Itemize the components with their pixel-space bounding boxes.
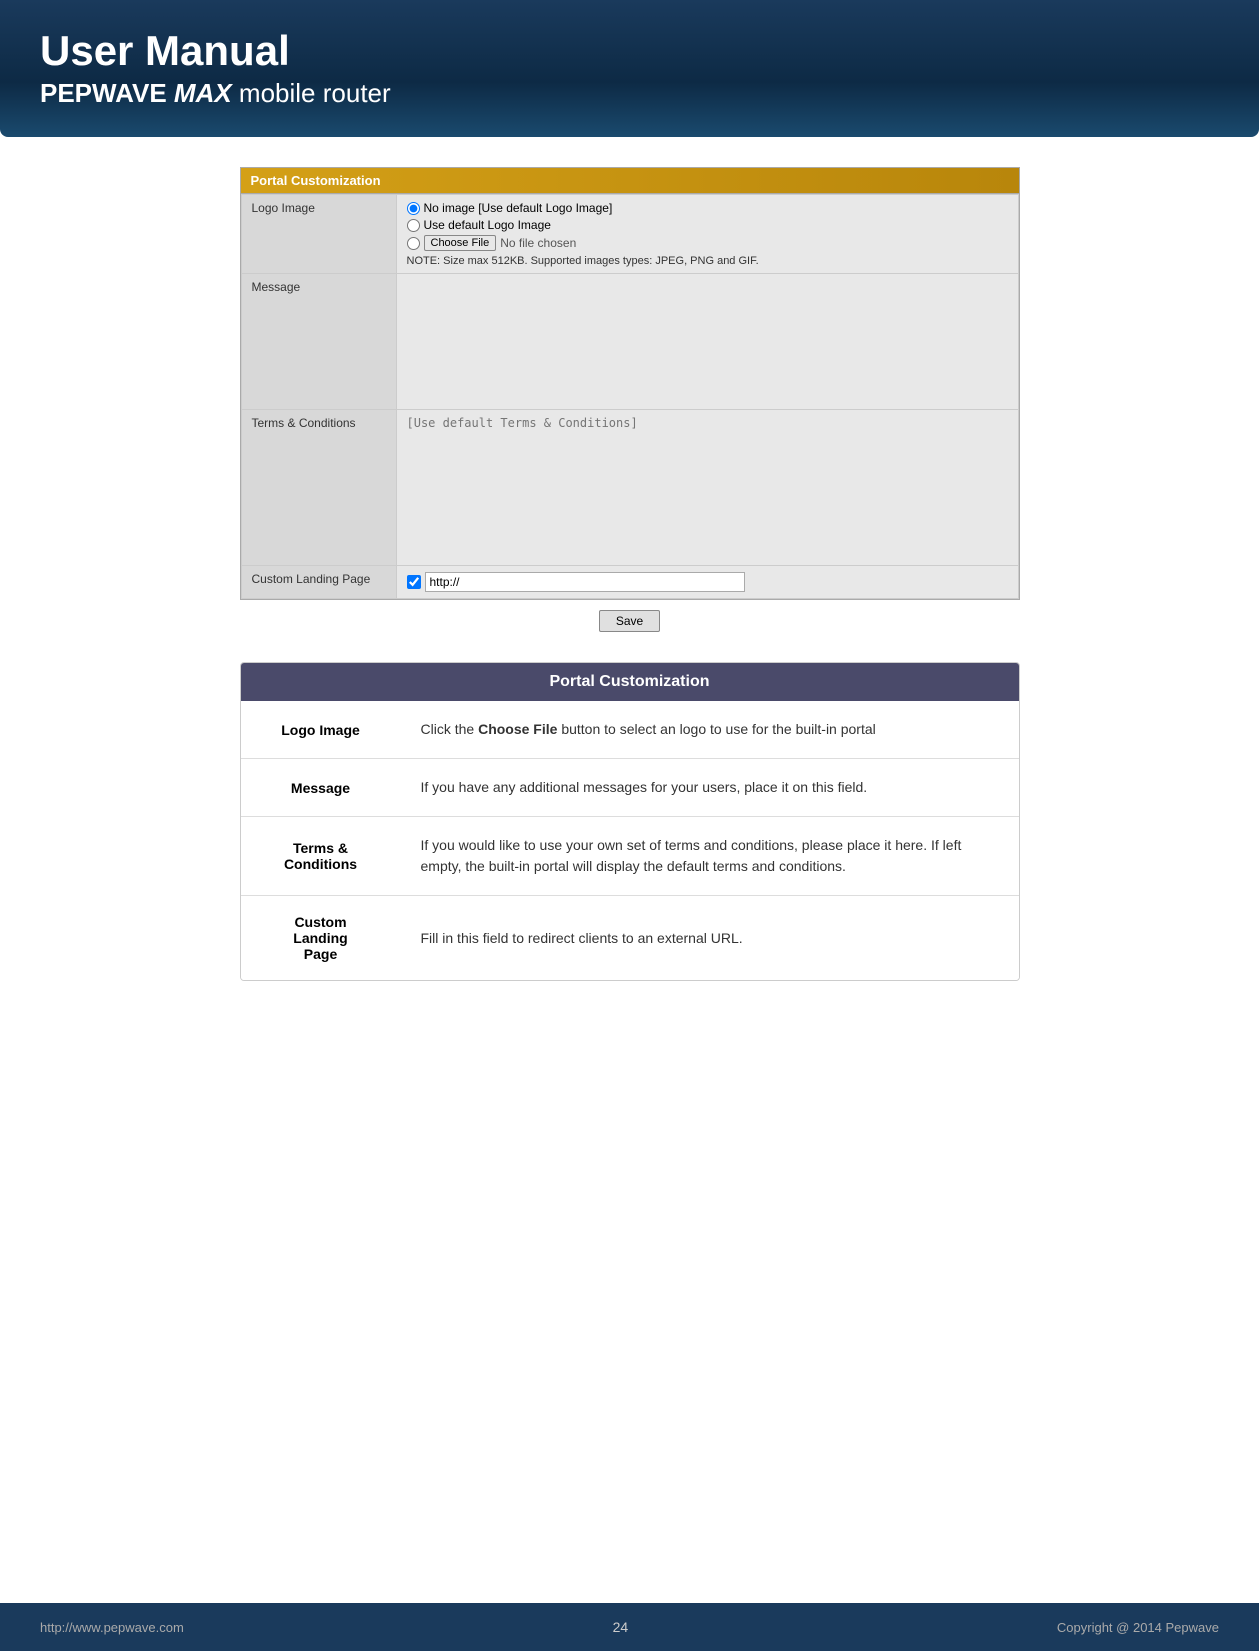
brand-name: PEPWAVE: [40, 78, 167, 108]
footer-page-number: 24: [613, 1619, 629, 1635]
save-button[interactable]: Save: [599, 610, 660, 632]
terms-label: Terms & Conditions: [241, 410, 396, 566]
footer-right: Copyright @ 2014 Pepwave: [1057, 1620, 1219, 1635]
desc-row-terms: Terms &Conditions If you would like to u…: [241, 817, 1019, 896]
no-file-label: No file chosen: [500, 236, 576, 250]
logo-option3-radio[interactable]: [407, 237, 420, 250]
choose-file-button[interactable]: Choose File: [424, 235, 497, 251]
logo-option2-row: Use default Logo Image: [407, 218, 1008, 232]
page-footer: http://www.pepwave.com 24 Copyright @ 20…: [0, 1603, 1259, 1651]
logo-image-label: Logo Image: [241, 195, 396, 274]
portal-form-container: Portal Customization Logo Image No image…: [240, 167, 1020, 600]
landing-page-label: Custom Landing Page: [241, 566, 396, 599]
logo-image-content: No image [Use default Logo Image] Use de…: [396, 195, 1018, 274]
landing-row: [407, 572, 1008, 592]
product-max: MAX: [174, 78, 232, 108]
message-label: Message: [241, 274, 396, 410]
terms-content: [396, 410, 1018, 566]
desc-landing-content: Fill in this field to redirect clients t…: [401, 896, 1019, 981]
desc-table: Logo Image Click the Choose File button …: [241, 701, 1019, 980]
desc-terms-content: If you would like to use your own set of…: [401, 817, 1019, 896]
terms-textarea[interactable]: [407, 416, 1008, 556]
page-subtitle: PEPWAVE MAX mobile router: [40, 78, 1219, 109]
page-title: User Manual: [40, 28, 1219, 74]
desc-row-logo: Logo Image Click the Choose File button …: [241, 701, 1019, 759]
message-content: [396, 274, 1018, 410]
logo-option1-row: No image [Use default Logo Image]: [407, 201, 1008, 215]
page-header: User Manual PEPWAVE MAX mobile router: [0, 0, 1259, 137]
desc-terms-label: Terms &Conditions: [241, 817, 401, 896]
footer-left: http://www.pepwave.com: [40, 1620, 184, 1635]
desc-landing-label: CustomLandingPage: [241, 896, 401, 981]
landing-url-input[interactable]: [425, 572, 745, 592]
desc-message-label: Message: [241, 759, 401, 817]
landing-page-row: Custom Landing Page: [241, 566, 1018, 599]
logo-option1-radio[interactable]: [407, 202, 420, 215]
message-row: Message: [241, 274, 1018, 410]
desc-logo-content: Click the Choose File button to select a…: [401, 701, 1019, 759]
logo-option1-label: No image [Use default Logo Image]: [424, 201, 613, 215]
desc-message-content: If you have any additional messages for …: [401, 759, 1019, 817]
desc-row-landing: CustomLandingPage Fill in this field to …: [241, 896, 1019, 981]
logo-option2-label: Use default Logo Image: [424, 218, 551, 232]
desc-table-header: Portal Customization: [241, 663, 1019, 701]
terms-row: Terms & Conditions: [241, 410, 1018, 566]
desc-logo-label: Logo Image: [241, 701, 401, 759]
logo-option2-radio[interactable]: [407, 219, 420, 232]
desc-row-message: Message If you have any additional messa…: [241, 759, 1019, 817]
logo-note: NOTE: Size max 512KB. Supported images t…: [407, 255, 1008, 267]
subtitle-rest: mobile router: [239, 78, 391, 108]
landing-checkbox[interactable]: [407, 575, 421, 589]
save-row: Save: [80, 600, 1179, 642]
main-content: Portal Customization Logo Image No image…: [0, 137, 1259, 1603]
logo-option3-row: Choose File No file chosen: [407, 235, 1008, 251]
logo-radio-group: No image [Use default Logo Image] Use de…: [407, 201, 1008, 251]
message-textarea[interactable]: [407, 280, 1008, 400]
desc-table-container: Portal Customization Logo Image Click th…: [240, 662, 1020, 981]
landing-page-content: [396, 566, 1018, 599]
spacer: [80, 981, 1179, 1011]
portal-form-header: Portal Customization: [241, 168, 1019, 194]
portal-form-table: Logo Image No image [Use default Logo Im…: [241, 194, 1019, 599]
logo-image-row: Logo Image No image [Use default Logo Im…: [241, 195, 1018, 274]
